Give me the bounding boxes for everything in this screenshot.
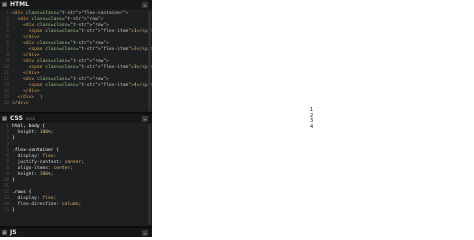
- css-code-area[interactable]: 1 html, body {2 height: 100%; 3} 4 5 .flex-co…: [0, 124, 146, 214]
- chevron-down-icon[interactable]: ⌄: [142, 115, 148, 122]
- code-text: }: [12, 136, 15, 141]
- html-panel-header[interactable]: ⚙ HTML ⌄: [0, 0, 152, 9]
- chevron-down-icon[interactable]: ⌄: [142, 229, 148, 236]
- code-text: height: 100%;: [17, 130, 54, 135]
- code-text: }: [12, 178, 15, 183]
- code-text: flex-direction: column;: [17, 202, 82, 207]
- code-text: }: [12, 208, 15, 213]
- line-number: 16: [3, 101, 9, 106]
- css-preprocessor-label: SCSS: [25, 116, 35, 121]
- code-text: </div>: [12, 101, 29, 106]
- js-panel-title: JS: [10, 229, 17, 236]
- html-scrollbar[interactable]: [148, 11, 151, 111]
- css-scrollbar[interactable]: [148, 124, 151, 224]
- code-editor: ⚙ HTML ⌄ 1 <div class=class="t-str">"flex…: [0, 0, 156, 237]
- gear-icon[interactable]: ⚙: [2, 230, 7, 235]
- line-number: 15: [3, 208, 9, 213]
- code-text: height: 100%;: [17, 172, 54, 177]
- html-code-area[interactable]: 1 <div class=class="t-str">"flex-containe…: [0, 11, 156, 107]
- css-code-line[interactable]: 15}: [0, 208, 146, 214]
- css-panel-title: CSS: [10, 115, 23, 122]
- gear-icon[interactable]: ⚙: [2, 2, 7, 7]
- html-panel-title: HTML: [10, 1, 29, 8]
- flex-container-output: 1 2 3 4: [310, 107, 314, 130]
- css-panel-header[interactable]: ⚙ CSS SCSS ⌄: [0, 114, 152, 123]
- gear-icon[interactable]: ⚙: [2, 116, 7, 121]
- js-panel-header[interactable]: ⚙ JS ⌄: [0, 228, 152, 237]
- chevron-down-icon[interactable]: ⌄: [142, 1, 148, 8]
- html-code-line[interactable]: 16 </div>: [0, 101, 146, 107]
- flex-item: 4: [310, 123, 314, 130]
